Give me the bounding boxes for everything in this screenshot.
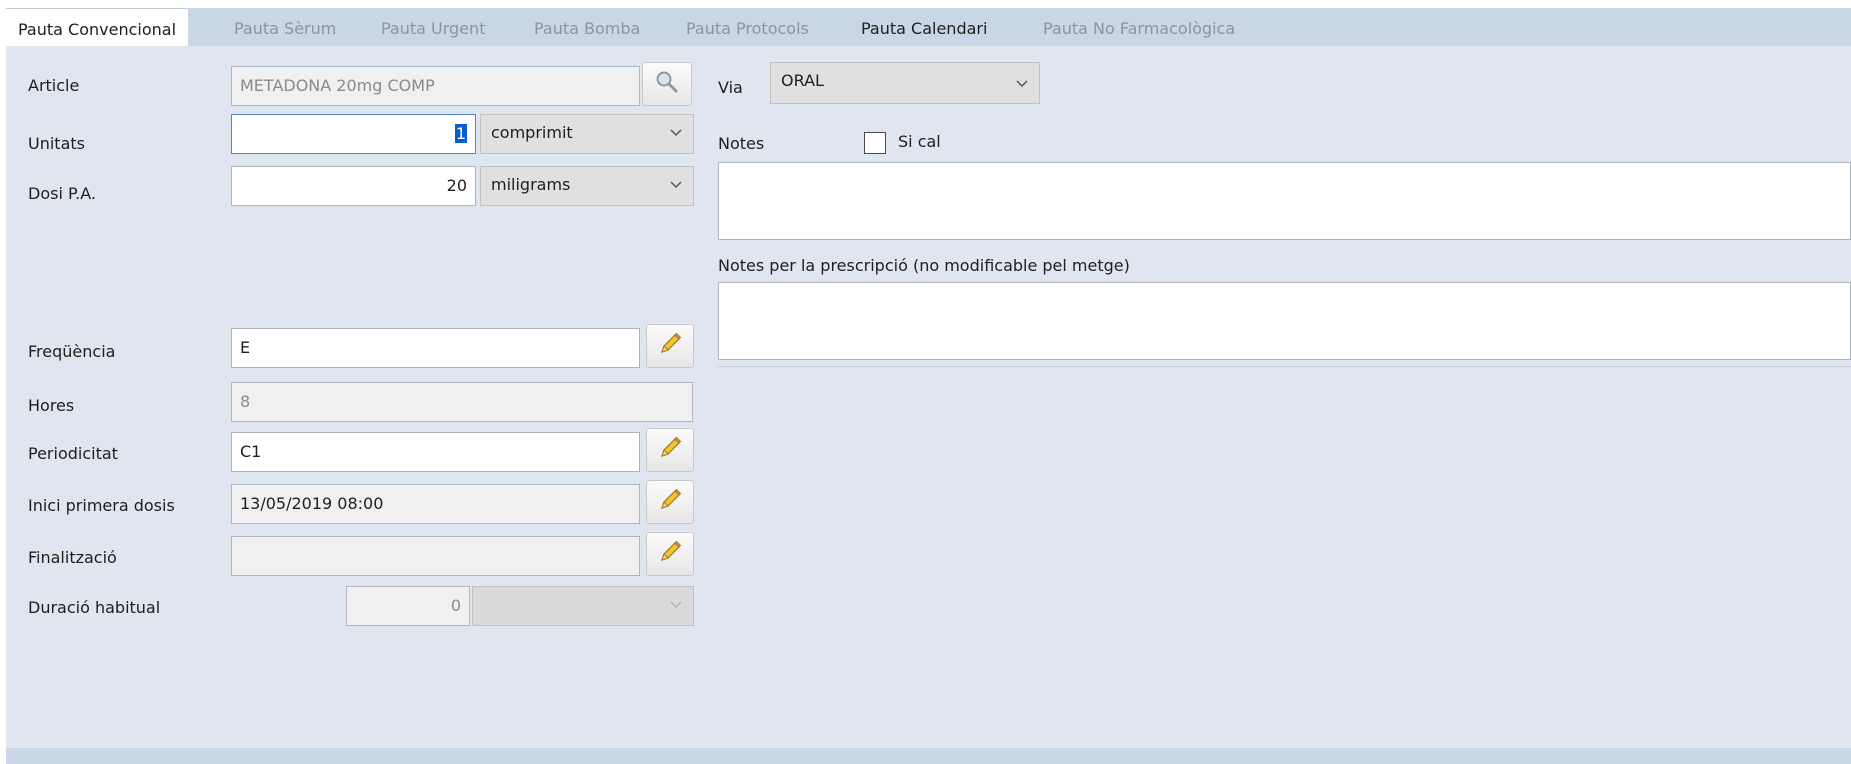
notes-prescripcio-textarea	[718, 282, 1851, 360]
hores-field: 8	[231, 382, 693, 422]
tab-pauta-serum[interactable]: Pauta Sèrum	[234, 8, 336, 46]
si-cal-label: Si cal	[898, 132, 941, 151]
hores-label: Hores	[28, 396, 75, 415]
chevron-down-icon	[1016, 80, 1028, 88]
duracio-unit-select	[472, 586, 694, 626]
duracio-label: Duració habitual	[28, 598, 161, 617]
periodicitat-edit-button[interactable]	[646, 428, 694, 472]
tab-bar: Pauta Convencional Pauta Sèrum Pauta Urg…	[6, 8, 1851, 49]
bottom-bar	[6, 748, 1851, 764]
tab-pauta-calendari[interactable]: Pauta Calendari	[861, 8, 987, 46]
dosi-unit-value: miligrams	[491, 175, 571, 194]
article-field[interactable]: METADONA 20mg COMP	[231, 66, 640, 106]
si-cal-checkbox[interactable]	[864, 132, 886, 154]
dosi-input[interactable]: 20	[231, 166, 476, 206]
divider	[718, 366, 1851, 367]
article-label: Article	[28, 76, 80, 95]
notes-textarea[interactable]	[718, 162, 1851, 240]
inici-field: 13/05/2019 08:00	[231, 484, 640, 524]
chevron-down-icon	[670, 129, 682, 137]
pencil-icon	[657, 435, 683, 465]
unitats-label: Unitats	[28, 134, 85, 153]
unitats-unit-value: comprimit	[491, 123, 573, 142]
via-select[interactable]: ORAL	[770, 62, 1040, 104]
finalitzacio-field	[231, 536, 640, 576]
form-panel: Article METADONA 20mg COMP Unitats 1 com…	[6, 46, 1851, 748]
periodicitat-label: Periodicitat	[28, 444, 118, 463]
inici-edit-button[interactable]	[646, 480, 694, 524]
notes-label: Notes	[718, 134, 765, 153]
chevron-down-icon	[670, 601, 682, 609]
article-search-button[interactable]	[642, 62, 692, 106]
tab-pauta-bomba[interactable]: Pauta Bomba	[534, 8, 640, 46]
pencil-icon	[657, 539, 683, 569]
unitats-input[interactable]: 1	[231, 114, 476, 154]
finalitzacio-edit-button[interactable]	[646, 532, 694, 576]
via-value: ORAL	[781, 71, 824, 90]
tab-pauta-convencional[interactable]: Pauta Convencional	[6, 8, 189, 49]
finalitzacio-label: Finalització	[28, 548, 117, 567]
unitats-value: 1	[454, 124, 467, 143]
dosi-unit-select[interactable]: miligrams	[480, 166, 694, 206]
duracio-field: 0	[346, 586, 470, 626]
frequencia-edit-button[interactable]	[646, 324, 694, 368]
tab-pauta-no-farmacologica[interactable]: Pauta No Farmacològica	[1043, 8, 1235, 46]
inici-label: Inici primera dosis	[28, 496, 175, 515]
frequencia-label: Freqüència	[28, 342, 116, 361]
chevron-down-icon	[670, 181, 682, 189]
via-label: Via	[718, 78, 743, 97]
tab-pauta-protocols[interactable]: Pauta Protocols	[686, 8, 809, 46]
search-icon	[654, 69, 680, 99]
notes-prescripcio-label: Notes per la prescripció (no modificable…	[718, 256, 1130, 275]
tab-pauta-urgent[interactable]: Pauta Urgent	[381, 8, 485, 46]
pencil-icon	[657, 487, 683, 517]
periodicitat-input[interactable]: C1	[231, 432, 640, 472]
frequencia-input[interactable]: E	[231, 328, 640, 368]
unitats-unit-select[interactable]: comprimit	[480, 114, 694, 154]
dosi-label: Dosi P.A.	[28, 184, 96, 203]
pencil-icon	[657, 331, 683, 361]
